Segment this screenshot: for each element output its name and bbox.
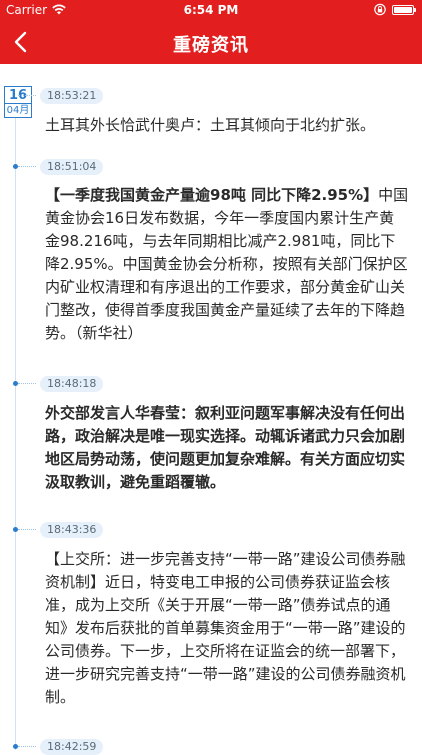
orientation-lock-icon: [374, 3, 386, 16]
news-text: 【一季度我国黄金产量逾98吨 同比下降2.95%】中国黄金协会16日发布数据，今…: [45, 184, 409, 345]
news-time: 18:48:18: [40, 376, 104, 392]
news-time: 18:43:36: [40, 522, 104, 538]
date-badge: 16 04月: [4, 86, 32, 118]
timeline-connector: [18, 529, 36, 530]
news-time: 18:53:21: [40, 88, 104, 104]
timeline-connector: [18, 166, 36, 167]
nav-bar: 重磅资讯: [0, 20, 422, 64]
timeline-connector: [18, 746, 36, 747]
news-time: 18:51:04: [40, 159, 104, 175]
battery-icon: [392, 5, 416, 15]
news-text: 外交部发言人华春莹：叙利亚问题军事解决没有任何出路，政治解决是唯一现实选择。动辄…: [45, 404, 406, 491]
timeline-connector: [18, 383, 36, 384]
timeline-connector: [18, 95, 36, 96]
status-time: 6:54 PM: [183, 3, 239, 17]
news-text: 土耳其外长恰武什奥卢：土耳其倾向于北约扩张。: [45, 116, 376, 134]
status-bar: Carrier 6:54 PM: [0, 0, 422, 20]
page-title: 重磅资讯: [173, 35, 249, 56]
news-text: 【上交所：进一步完善支持“一带一路”建设公司债券融资机制】近日，特变电工申报的公…: [45, 550, 406, 706]
news-body: 中国黄金协会16日发布数据，今年一季度国内累计生产黄金98.216吨，与去年同期…: [45, 186, 409, 342]
news-timeline[interactable]: 16 04月 18:53:21 土耳其外长恰武什奥卢：土耳其倾向于北约扩张。 1…: [0, 64, 422, 755]
news-headline: 【一季度我国黄金产量逾98吨 同比下降2.95%】: [45, 186, 379, 204]
news-time: 18:42:59: [40, 739, 104, 755]
timeline-line: [15, 108, 16, 750]
date-month: 04月: [6, 105, 30, 116]
